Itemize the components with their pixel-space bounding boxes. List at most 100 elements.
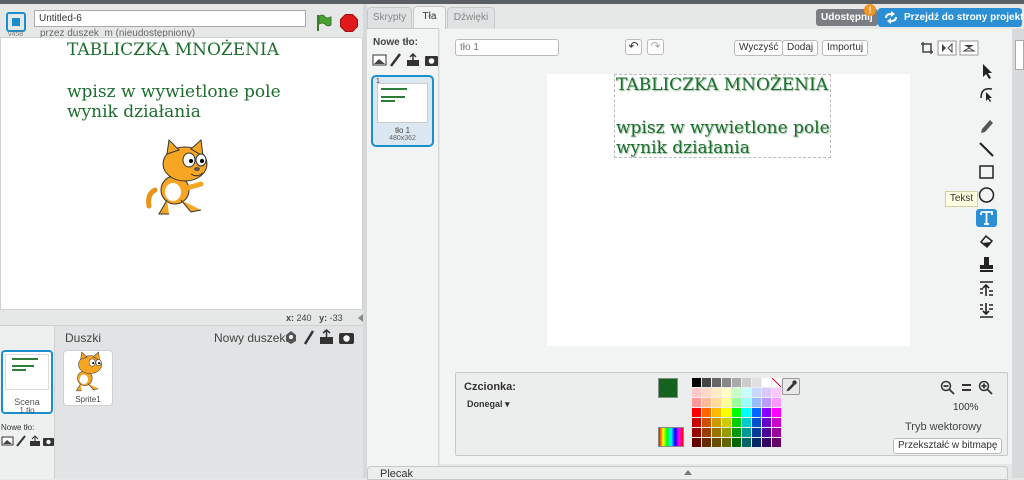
color-swatch[interactable] — [742, 438, 751, 447]
import-button[interactable]: Importuj — [822, 40, 869, 56]
project-title-input[interactable] — [34, 10, 306, 27]
color-palette[interactable] — [692, 378, 781, 450]
ellipse-icon[interactable] — [976, 186, 997, 204]
see-project-page-button[interactable]: Przejdź do strony projektu — [878, 8, 1024, 27]
paint-canvas[interactable]: TABLICZKA MNOŻENIA wpisz w wywietlone po… — [547, 74, 910, 346]
select-icon[interactable] — [976, 62, 997, 80]
color-swatch[interactable] — [742, 418, 751, 427]
green-flag-icon[interactable] — [316, 14, 332, 32]
color-swatch[interactable] — [752, 428, 761, 437]
color-swatch[interactable] — [702, 438, 711, 447]
color-picker-swatch[interactable] — [658, 427, 684, 447]
color-swatch[interactable] — [752, 408, 761, 417]
color-swatch[interactable] — [702, 428, 711, 437]
color-swatch[interactable] — [752, 378, 761, 387]
backdrop-thumbnail[interactable]: 1 tło 1 480x362 — [371, 75, 434, 147]
color-swatch[interactable] — [722, 438, 731, 447]
color-swatch[interactable] — [732, 388, 741, 397]
convert-to-bitmap-button[interactable]: Przekształć w bitmapę — [893, 438, 1003, 454]
zoom-in-icon[interactable] — [978, 380, 993, 395]
color-swatch[interactable] — [692, 408, 701, 417]
eyedropper-icon[interactable] — [782, 378, 800, 395]
color-swatch[interactable] — [732, 438, 741, 447]
text-icon[interactable] — [976, 209, 997, 227]
scene-thumbnail[interactable]: Scena 1 tło — [1, 350, 53, 415]
tab-backdrops[interactable]: Tła — [413, 6, 446, 29]
color-swatch[interactable] — [742, 408, 751, 417]
collapse-arrow-icon[interactable] — [358, 314, 363, 322]
color-swatch[interactable] — [712, 388, 721, 397]
back-layer-icon[interactable] — [976, 301, 997, 319]
color-swatch[interactable] — [772, 408, 781, 417]
primary-color-swatch[interactable] — [658, 378, 678, 398]
color-swatch[interactable] — [702, 378, 711, 387]
color-swatch[interactable] — [772, 398, 781, 407]
color-swatch[interactable] — [752, 398, 761, 407]
color-swatch[interactable] — [722, 398, 731, 407]
stage[interactable]: TABLICZKA MNOŻENIA wpisz w wywietlone po… — [0, 37, 363, 310]
color-swatch[interactable] — [762, 398, 771, 407]
color-swatch[interactable] — [712, 418, 721, 427]
color-swatch[interactable] — [762, 408, 771, 417]
color-swatch[interactable] — [702, 388, 711, 397]
color-swatch[interactable] — [732, 408, 741, 417]
color-swatch[interactable] — [692, 438, 701, 447]
color-swatch[interactable] — [752, 388, 761, 397]
cat-sprite-icon[interactable] — [145, 138, 217, 218]
color-swatch[interactable] — [772, 428, 781, 437]
color-swatch[interactable] — [702, 398, 711, 407]
fill-icon[interactable] — [976, 232, 997, 250]
color-swatch[interactable] — [712, 398, 721, 407]
color-swatch[interactable] — [762, 418, 771, 427]
color-swatch[interactable] — [722, 408, 731, 417]
new-backdrop-tool-icons[interactable] — [372, 53, 440, 67]
tab-sounds[interactable]: Dźwięki — [447, 7, 495, 28]
pencil-icon[interactable] — [976, 117, 997, 135]
scratch-logo-icon[interactable] — [6, 12, 26, 32]
color-swatch[interactable] — [692, 428, 701, 437]
color-swatch[interactable] — [772, 418, 781, 427]
color-swatch[interactable] — [702, 418, 711, 427]
zoom-reset-icon[interactable] — [959, 380, 974, 395]
add-button[interactable]: Dodaj — [782, 40, 819, 56]
color-swatch[interactable] — [692, 418, 701, 427]
color-swatch[interactable] — [722, 388, 731, 397]
color-swatch[interactable] — [772, 438, 781, 447]
scroll-thumb[interactable] — [1015, 40, 1024, 70]
color-swatch[interactable] — [732, 378, 741, 387]
color-swatch[interactable] — [732, 398, 741, 407]
forward-layer-icon[interactable] — [976, 280, 997, 298]
line-icon[interactable] — [976, 140, 997, 158]
stop-icon[interactable] — [340, 14, 358, 32]
color-swatch[interactable] — [712, 408, 721, 417]
zoom-out-icon[interactable] — [940, 380, 955, 395]
color-swatch[interactable] — [722, 418, 731, 427]
color-swatch[interactable] — [742, 398, 751, 407]
new-sprite-icons[interactable] — [284, 329, 356, 345]
undo-button[interactable]: ↶ — [625, 39, 642, 55]
color-swatch[interactable] — [762, 378, 771, 387]
color-swatch[interactable] — [722, 428, 731, 437]
color-swatch[interactable] — [712, 428, 721, 437]
color-swatch[interactable] — [762, 438, 771, 447]
color-swatch[interactable] — [732, 428, 741, 437]
color-swatch[interactable] — [722, 378, 731, 387]
color-swatch[interactable] — [692, 388, 701, 397]
clear-button[interactable]: Wyczyść — [734, 40, 784, 56]
font-select[interactable]: Donegal ▾ — [467, 399, 510, 410]
color-swatch[interactable] — [712, 438, 721, 447]
chevron-up-icon[interactable] — [684, 470, 692, 475]
color-swatch[interactable] — [692, 398, 701, 407]
tab-scripts[interactable]: Skrypty — [367, 7, 412, 28]
rectangle-icon[interactable] — [976, 163, 997, 181]
color-swatch[interactable] — [732, 418, 741, 427]
color-swatch[interactable] — [742, 378, 751, 387]
crop-flip-tools[interactable] — [920, 40, 980, 56]
no-color-swatch[interactable] — [772, 378, 781, 387]
color-swatch[interactable] — [752, 418, 761, 427]
color-swatch[interactable] — [742, 388, 751, 397]
redo-button[interactable]: ↷ — [647, 39, 664, 55]
color-swatch[interactable] — [752, 438, 761, 447]
reshape-icon[interactable] — [976, 84, 997, 102]
sprite-tile-sprite1[interactable]: Sprite1 — [63, 350, 113, 406]
